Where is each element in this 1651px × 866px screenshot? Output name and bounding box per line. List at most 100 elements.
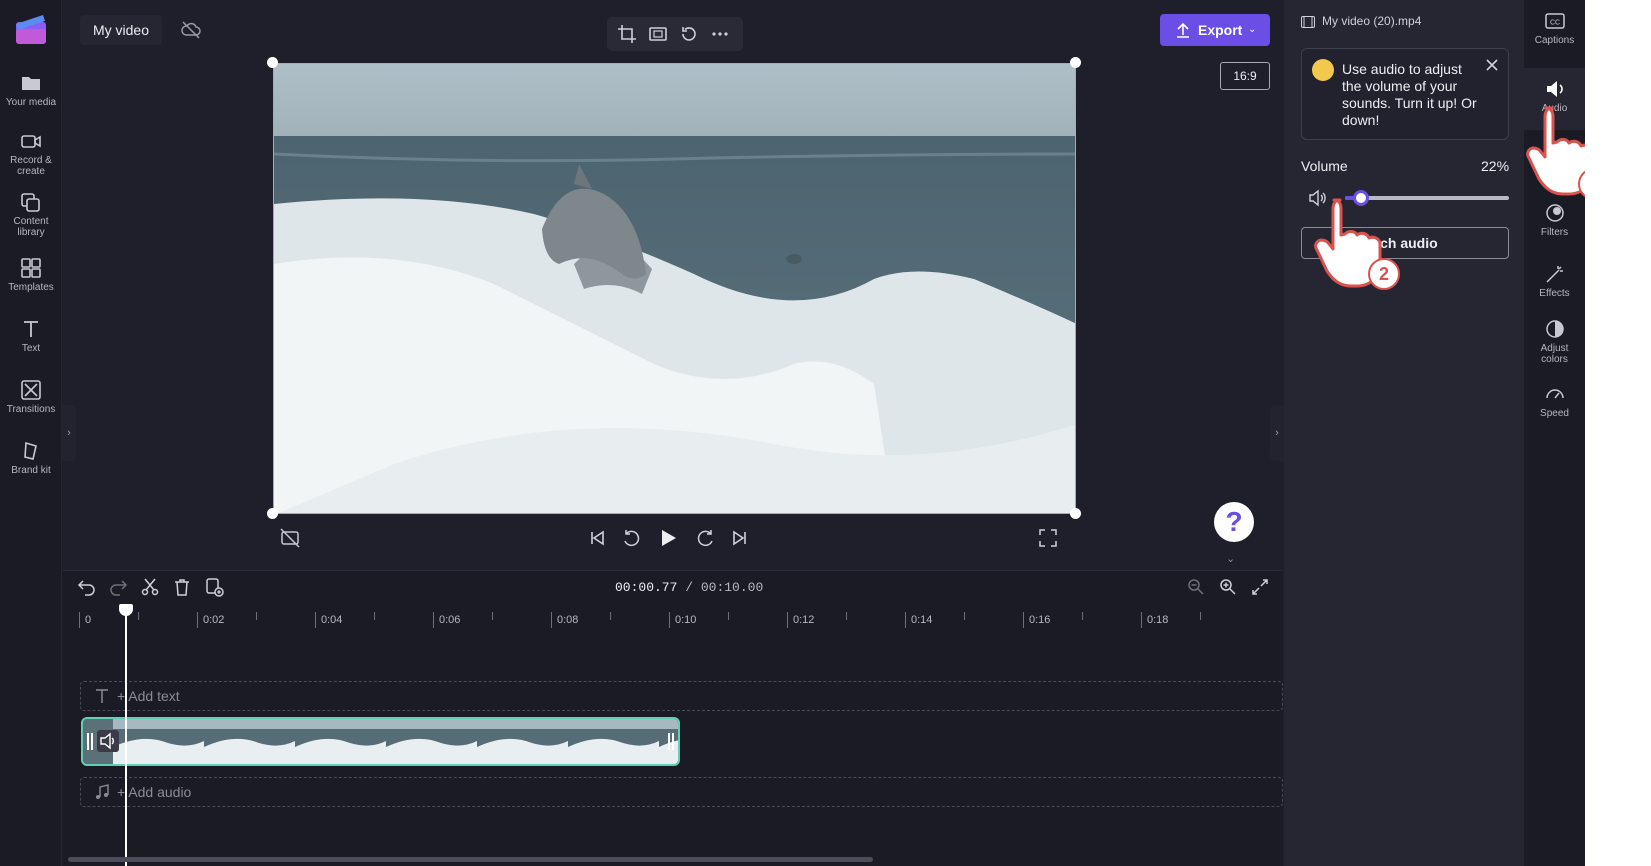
audio-tip-card: Use audio to adjust the volume of your s… <box>1301 48 1509 140</box>
skip-back-icon[interactable] <box>586 527 608 549</box>
tip-text: Use audio to adjust the volume of your s… <box>1342 61 1477 128</box>
nav-content-library[interactable]: Content library <box>0 191 62 251</box>
closed-captions-icon: CC <box>1544 13 1565 29</box>
hand-cursor-icon <box>1526 106 1585 196</box>
fit-icon[interactable] <box>648 24 668 44</box>
rail-label: Adjust colors <box>1540 343 1569 365</box>
nav-label: Brand kit <box>11 465 51 476</box>
fit-timeline-icon[interactable] <box>1250 577 1270 597</box>
aspect-ratio-button[interactable]: 16:9 <box>1220 62 1270 90</box>
clipchamp-logo-icon <box>16 15 46 44</box>
filters-icon <box>1545 204 1564 222</box>
magic-wand-icon <box>1545 266 1563 283</box>
nav-your-media[interactable]: Your media <box>0 72 62 132</box>
audio-track[interactable]: + Add audio <box>80 777 1283 807</box>
brand-kit-icon <box>24 441 37 460</box>
split-icon[interactable] <box>140 577 160 597</box>
clip-trim-handle-right[interactable] <box>668 733 674 750</box>
ruler-tick: 0:08 <box>551 612 578 628</box>
cloud-off-icon[interactable] <box>180 19 202 41</box>
video-preview[interactable] <box>273 63 1076 514</box>
rail-filters[interactable]: Filters <box>1524 192 1585 254</box>
duplicate-icon[interactable] <box>204 577 224 597</box>
rail-captions[interactable]: CC Captions <box>1524 0 1585 62</box>
rewind-5-icon[interactable] <box>620 527 642 549</box>
clip-trim-handle-left[interactable] <box>87 733 93 750</box>
video-clip[interactable] <box>81 717 680 766</box>
ruler-tick: 0:12 <box>787 612 814 628</box>
ruler-minor-tick <box>846 612 847 620</box>
templates-icon <box>21 258 41 278</box>
ruler-tick: 0 <box>79 612 91 628</box>
timecode: 00:00.77 / 00:10.00 <box>615 580 763 595</box>
more-options-icon[interactable] <box>710 24 730 44</box>
play-icon[interactable] <box>657 527 679 549</box>
nav-label: Record & create <box>10 155 52 177</box>
resize-handle-bottom-left[interactable] <box>267 508 278 519</box>
zoom-out-icon[interactable] <box>1186 577 1206 597</box>
ruler-minor-tick <box>964 612 965 620</box>
forward-5-icon[interactable] <box>695 527 717 549</box>
clip-frame-thumbnail <box>568 719 659 764</box>
timeline-scrollbar[interactable] <box>68 857 873 862</box>
clipchamp-editor: Your media Record & create Content libra… <box>0 0 1585 866</box>
clip-frame-thumbnail <box>386 719 477 764</box>
captions-off-icon[interactable] <box>279 527 301 549</box>
ruler-minor-tick <box>492 612 493 620</box>
export-label: Export <box>1198 22 1243 38</box>
emoji-icon <box>1312 59 1334 81</box>
nav-text[interactable]: Text <box>0 318 62 378</box>
rail-label: Captions <box>1534 35 1575 46</box>
folder-icon <box>22 77 40 90</box>
ruler-tick: 0:06 <box>433 612 460 628</box>
nav-record-create[interactable]: Record & create <box>0 130 62 190</box>
chevron-down-icon[interactable]: ⌄ <box>1226 552 1235 565</box>
export-button[interactable]: Export ⌄ <box>1160 14 1270 46</box>
speedometer-icon <box>1545 389 1564 399</box>
close-icon[interactable] <box>1484 57 1500 73</box>
camera-icon <box>21 135 41 148</box>
resize-handle-bottom-right[interactable] <box>1070 508 1081 519</box>
rail-label: Effects <box>1539 288 1570 299</box>
text-track[interactable]: + Add text <box>80 681 1283 711</box>
resize-handle-top-left[interactable] <box>267 57 278 68</box>
delete-icon[interactable] <box>172 577 192 597</box>
video-file-icon <box>1301 16 1315 28</box>
fullscreen-icon[interactable] <box>1037 527 1059 549</box>
ruler-minor-tick <box>728 612 729 620</box>
undo-icon[interactable] <box>77 577 97 597</box>
chevron-down-icon: ⌄ <box>1248 24 1257 35</box>
nav-label: Templates <box>8 282 54 293</box>
nav-label: Transitions <box>6 404 56 415</box>
skip-forward-icon[interactable] <box>729 527 751 549</box>
nav-brand-kit[interactable]: Brand kit <box>0 440 62 500</box>
preview-toolbar <box>607 17 743 51</box>
collapse-right-panel-button[interactable]: › <box>1270 405 1284 461</box>
ruler-tick: 0:14 <box>905 612 932 628</box>
rotate-icon[interactable] <box>679 24 699 44</box>
timeline-ruler[interactable]: 0 0:02 0:04 0:06 0:08 0:10 0:12 0:14 0:16 0:18 <box>63 608 1283 630</box>
ruler-minor-tick <box>1200 612 1201 620</box>
nav-label: Content library <box>13 216 49 238</box>
ruler-minor-tick <box>256 612 257 620</box>
rail-speed[interactable]: Speed <box>1524 373 1585 435</box>
dolphin-video-frame <box>274 64 1075 513</box>
crop-icon[interactable] <box>617 24 637 44</box>
clip-thumbnails <box>83 719 678 764</box>
help-button[interactable]: ? <box>1214 502 1254 542</box>
clip-frame-thumbnail <box>204 719 295 764</box>
rail-adjust-colors[interactable]: Adjust colors <box>1524 308 1585 370</box>
project-title[interactable]: My video <box>80 15 162 45</box>
ruler-tick: 0:16 <box>1023 612 1050 628</box>
expand-left-panel-button[interactable]: › <box>62 405 76 461</box>
nav-transitions[interactable]: Transitions <box>0 379 62 439</box>
resize-handle-top-right[interactable] <box>1070 57 1081 68</box>
rail-effects[interactable]: Effects <box>1524 253 1585 315</box>
zoom-in-icon[interactable] <box>1218 577 1238 597</box>
rail-label: Speed <box>1540 408 1569 419</box>
nav-templates[interactable]: Templates <box>0 257 62 317</box>
playhead[interactable] <box>125 604 127 866</box>
speaker-icon[interactable] <box>97 730 119 752</box>
redo-icon[interactable] <box>108 577 128 597</box>
ruler-tick: 0:02 <box>197 612 224 628</box>
